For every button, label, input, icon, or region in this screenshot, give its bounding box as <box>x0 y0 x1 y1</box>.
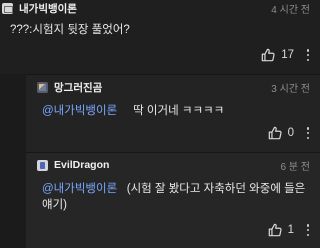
like-count: 1 <box>287 224 294 236</box>
comment-time: 6 분 전 <box>280 161 310 173</box>
comment-text: ???:시험지 뒷장 풀었어? <box>10 24 130 36</box>
comment-actions: 1 <box>268 223 310 237</box>
photo-avatar-icon[interactable] <box>2 2 13 14</box>
more-vertical-icon[interactable] <box>306 126 310 140</box>
more-vertical-icon[interactable] <box>306 48 310 62</box>
comment-author[interactable]: EvilDragon <box>54 159 109 171</box>
character-avatar-icon[interactable] <box>37 159 48 171</box>
comment-actions: 0 <box>268 126 310 140</box>
reply-item: EvilDragon 6 분 전 @내가빅뱅이론 (시험 잘 봤다고 자축하던 … <box>26 152 320 248</box>
like-count: 17 <box>281 49 294 61</box>
comment-header: EvilDragon 6 분 전 <box>37 158 310 173</box>
comment-item: 내가빅뱅이론 4 시간 전 ???:시험지 뒷장 풀었어? 17 <box>0 0 320 74</box>
mention-link[interactable]: @내가빅뱅이론 <box>42 103 117 119</box>
comment-header: 내가빅뱅이론 4 시간 전 <box>2 1 310 16</box>
thumbs-up-icon[interactable] <box>268 223 282 237</box>
more-vertical-icon[interactable] <box>306 223 310 237</box>
thumbs-up-icon[interactable] <box>268 126 282 140</box>
comment-text: 딱 이거네 ㅋㅋㅋㅋ <box>133 105 225 117</box>
comment-body: @내가빅뱅이론 (시험 잘 봤다고 자축하던 와중에 들은 얘기) <box>42 181 312 213</box>
bear-avatar-icon[interactable] <box>37 81 48 93</box>
comment-author[interactable]: 망그러진곰 <box>54 80 102 95</box>
comment-time: 3 시간 전 <box>271 83 310 95</box>
mention-link[interactable]: @내가빅뱅이론 <box>42 183 117 195</box>
comment-time: 4 시간 전 <box>271 4 310 16</box>
thumbs-up-icon[interactable] <box>261 48 275 62</box>
comment-body: @내가빅뱅이론 딱 이거네 ㅋㅋㅋㅋ <box>42 103 224 119</box>
comment-header: 망그러진곰 3 시간 전 <box>37 80 310 95</box>
comment-author[interactable]: 내가빅뱅이론 <box>19 1 77 16</box>
like-count: 0 <box>287 127 294 139</box>
comment-actions: 17 <box>261 48 310 62</box>
reply-item: 망그러진곰 3 시간 전 @내가빅뱅이론 딱 이거네 ㅋㅋㅋㅋ 0 <box>26 74 320 152</box>
